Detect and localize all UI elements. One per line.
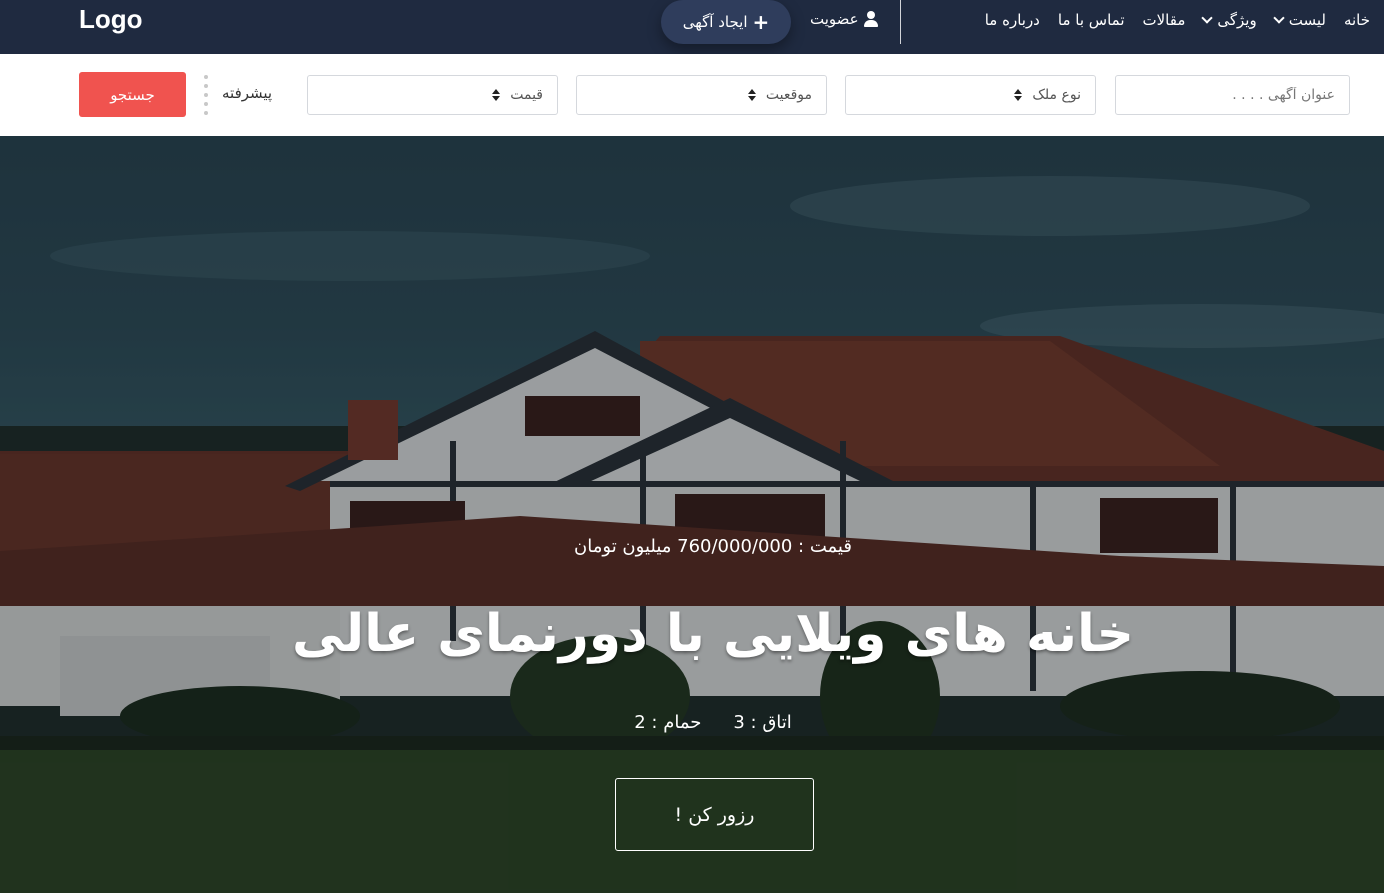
nav-item-home[interactable]: خانه [1344, 11, 1370, 29]
user-icon [863, 11, 878, 27]
create-ad-label: ایجاد آگهی [682, 13, 748, 31]
navbar: Logo + ایجاد آگهی عضویت درباره ما تماس ب… [0, 0, 1384, 54]
hero-title: خانه های ویلایی با دورنمای عالی [291, 604, 1135, 664]
location-select[interactable]: موقعیت [576, 75, 827, 115]
nav-label: ویژگی [1217, 11, 1257, 29]
plus-icon: + [752, 10, 770, 34]
chevron-down-icon [1273, 11, 1285, 24]
vertical-dots-icon[interactable] [203, 75, 209, 115]
nav-label: لیست [1288, 11, 1326, 29]
property-type-label: نوع ملک [1032, 87, 1081, 103]
search-button[interactable]: جستجو [79, 72, 186, 117]
advanced-search-toggle[interactable]: پیشرفته [222, 84, 272, 102]
nav-item-list[interactable]: لیست [1273, 11, 1326, 29]
search-bar: نوع ملک موقعیت قیمت پیشرفته جستجو [0, 54, 1384, 136]
hero-price: قیمت : 760/000/000 میلیون تومان [574, 536, 852, 557]
nav-item-features[interactable]: ویژگی [1201, 11, 1257, 29]
title-field[interactable] [1115, 75, 1350, 115]
nav-item-articles[interactable]: مقالات [1143, 11, 1186, 29]
nav-divider [900, 0, 901, 44]
nav-item-about[interactable]: درباره ما [985, 11, 1040, 29]
nav-item-contact[interactable]: تماس با ما [1058, 11, 1125, 29]
create-ad-button[interactable]: + ایجاد آگهی [661, 0, 791, 44]
nav-label: درباره ما [984, 11, 1040, 29]
property-type-select[interactable]: نوع ملک [845, 75, 1096, 115]
baths-count: حمام : 2 [634, 712, 702, 733]
member-label: عضویت [810, 10, 859, 28]
location-label: موقعیت [765, 87, 812, 103]
price-select[interactable]: قیمت [307, 75, 558, 115]
member-link[interactable]: عضویت [810, 10, 878, 28]
sort-arrows-icon [492, 89, 501, 101]
rooms-count: اتاق : 3 [733, 712, 792, 733]
hero-banner: قیمت : 760/000/000 میلیون تومان خانه های… [0, 136, 1384, 893]
nav-label: مقالات [1142, 11, 1186, 29]
reserve-button[interactable]: رزور کن ! [615, 778, 814, 851]
nav-menu: درباره ما تماس با ما مقالات ویژگی لیست خ… [985, 0, 1370, 40]
nav-label: تماس با ما [1057, 11, 1125, 29]
chevron-down-icon [1201, 11, 1214, 24]
logo[interactable]: Logo [79, 4, 143, 35]
title-input[interactable] [1130, 87, 1335, 103]
sort-arrows-icon [747, 89, 756, 101]
hero-room-info: اتاق : 3 حمام : 2 [0, 712, 1384, 733]
nav-label: خانه [1343, 11, 1370, 29]
price-label: قیمت [510, 87, 543, 103]
sort-arrows-icon [1014, 89, 1023, 101]
